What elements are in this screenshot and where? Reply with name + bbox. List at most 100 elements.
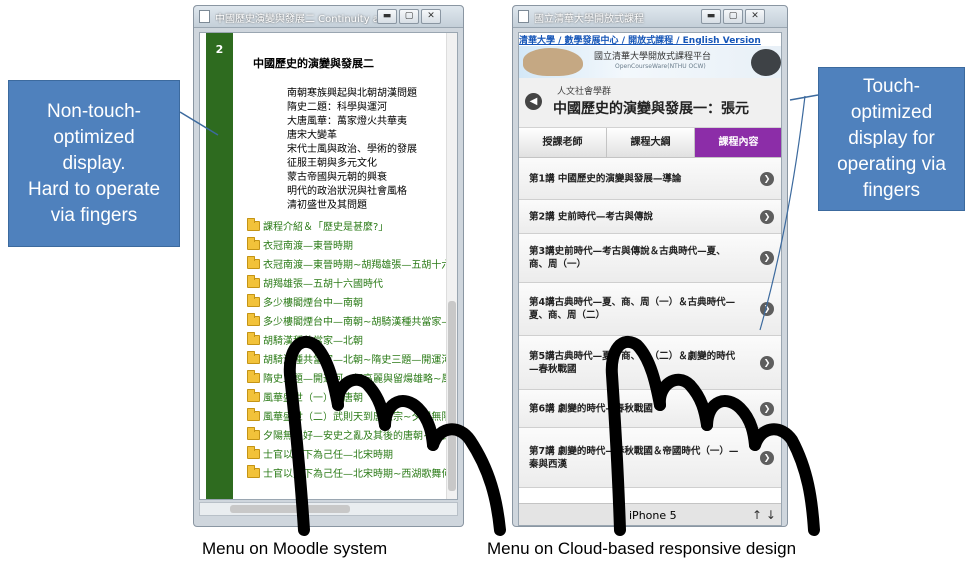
- folder-icon: [247, 274, 260, 288]
- resource-link[interactable]: 胡羯雄張—五胡十六國時代: [247, 274, 383, 290]
- resource-link[interactable]: 多少樓閣煙台中—南朝~胡騎漢種共當家—北: [247, 312, 457, 328]
- close-button[interactable]: ✕: [421, 9, 441, 24]
- lesson-title: 第5講古典時代—夏、商、周（二）＆劇變的時代—春秋戰國: [529, 350, 736, 375]
- minimize-button[interactable]: ▬: [377, 9, 397, 24]
- resource-link-label: 士官以天下為己任—北宋時期: [263, 450, 393, 461]
- banner-text: 國立清華大學開放式課程平台: [594, 52, 712, 62]
- resource-link-label: 隋史三題—開運河、征高麗與留煬雄略~風華: [263, 374, 458, 385]
- minimize-button[interactable]: ▬: [701, 9, 721, 24]
- tab-content[interactable]: 課程內容: [695, 128, 781, 157]
- folder-icon: [247, 426, 260, 440]
- folder-icon: [247, 312, 260, 326]
- resource-link[interactable]: 多少樓閣煙台中—南朝: [247, 293, 363, 309]
- subtopic-item: 宋代士風與政治、學術的發展: [287, 144, 417, 155]
- resource-link[interactable]: 胡騎漢種共當家—北朝~隋史三題—開運河、: [247, 350, 458, 366]
- resource-link-label: 士官以天下為己任—北宋時期~西湖歌舞何時: [263, 469, 458, 480]
- moodle-window-title: 中國歷史演變與發展二 Continuity an...: [215, 14, 385, 25]
- resource-link[interactable]: 課程介紹＆「歷史是甚麼?」: [247, 217, 389, 233]
- chevron-right-icon: ❯: [760, 251, 774, 265]
- cloud-titlebar[interactable]: 國立清華大學開放式課程 ▬ ▢ ✕: [513, 6, 787, 28]
- folder-icon: [247, 407, 260, 421]
- lesson-item[interactable]: 第2講 史前時代—考古與傳說 ❯: [519, 200, 781, 234]
- lesson-title: 第3講史前時代—考古與傳說＆古典時代—夏、商、周（一）: [529, 246, 726, 270]
- resource-link[interactable]: 士官以天下為己任—北宋時期: [247, 445, 393, 461]
- vertical-scrollbar-thumb[interactable]: [448, 301, 456, 491]
- animal-image: [751, 49, 781, 76]
- document-icon: [199, 10, 210, 23]
- resource-link-label: 胡騎漢種共當家—北朝: [263, 336, 363, 347]
- topic-number: 2: [215, 43, 224, 56]
- callout-line: display.: [62, 152, 126, 174]
- folder-icon: [247, 464, 260, 478]
- horse-image: [523, 48, 583, 76]
- resource-link[interactable]: 風華盛世（一）—唐朝: [247, 388, 363, 404]
- resource-link[interactable]: 隋史三題—開運河、征高麗與留煬雄略~風華: [247, 369, 458, 385]
- callout-pointer-right: [789, 94, 819, 101]
- lesson-item[interactable]: 第7講 劇變的時代—春秋戰國＆帝國時代（一）—秦與西漢 ❯: [519, 428, 781, 488]
- subtopic-item: 征服王朝與多元文化: [287, 158, 377, 169]
- maximize-button[interactable]: ▢: [399, 9, 419, 24]
- site-banner: 國立清華大學開放式課程平台 OpenCourseWare(NTHU OCW): [519, 46, 781, 78]
- device-bar: iPhone 5 ↑ ↓: [519, 503, 781, 525]
- lesson-item[interactable]: 第1講 中國歷史的演變與發展—導論 ❯: [519, 158, 781, 200]
- resource-link[interactable]: 風華盛世（二）武則天到唐玄宗~夕陽無限: [247, 407, 452, 423]
- tab-teacher[interactable]: 授課老師: [519, 128, 607, 157]
- lesson-item[interactable]: 第3講史前時代—考古與傳說＆古典時代—夏、商、周（一） ❯: [519, 234, 781, 283]
- folder-icon: [247, 388, 260, 402]
- folder-icon: [247, 369, 260, 383]
- subtopic-item: 唐宋大變革: [287, 130, 337, 141]
- resource-link-label: 胡騎漢種共當家—北朝~隋史三題—開運河、: [263, 355, 458, 366]
- folder-icon: [247, 331, 260, 345]
- folder-icon: [247, 255, 260, 269]
- subtopic-item: 大唐風華：萬家燈火共華夷: [287, 116, 407, 127]
- lesson-item[interactable]: 第4講古典時代—夏、商、周（一）＆古典時代—夏、商、周（二） ❯: [519, 283, 781, 336]
- callout-line: optimized: [850, 102, 933, 123]
- folder-icon: [247, 236, 260, 250]
- lesson-item[interactable]: 第5講古典時代—夏、商、周（二）＆劇變的時代—春秋戰國 ❯: [519, 336, 781, 390]
- close-button[interactable]: ✕: [745, 9, 765, 24]
- lesson-title: 第7講 劇變的時代—春秋戰國＆帝國時代（一）—秦與西漢: [529, 445, 739, 470]
- course-tabs: 授課老師 課程大綱 課程內容: [519, 128, 781, 158]
- folder-icon: [247, 217, 260, 231]
- course-title: 中國歷史的演變與發展一：張元: [553, 101, 749, 117]
- callout-touch: Touch- optimized display for operating v…: [818, 67, 965, 211]
- folder-icon: [247, 293, 260, 307]
- chevron-right-icon: ❯: [760, 401, 774, 416]
- callout-line: Touch-: [862, 76, 920, 97]
- resource-link-label: 風華盛世（二）武則天到唐玄宗~夕陽無限: [263, 412, 452, 423]
- resource-link-label: 衣冠南渡—東晉時期~胡羯雄張—五胡十六國: [263, 260, 458, 271]
- resource-link[interactable]: 胡騎漢種共當家—北朝: [247, 331, 363, 347]
- subtopic-item: 南朝寒族興起與北朝胡漢問題: [287, 88, 417, 99]
- horizontal-scrollbar-thumb[interactable]: [230, 505, 350, 513]
- maximize-button[interactable]: ▢: [723, 9, 743, 24]
- moodle-titlebar[interactable]: 中國歷史演變與發展二 Continuity an... ▬ ▢ ✕: [194, 6, 463, 28]
- cloud-course-page: 清華大學 / 數學發展中心 / 開放式課程 / English Version …: [518, 32, 782, 526]
- chevron-right-icon: ❯: [760, 355, 774, 370]
- chevron-right-icon: ❯: [760, 302, 774, 316]
- chevron-right-icon: ❯: [760, 171, 774, 186]
- course-category: 人文社會學群: [557, 87, 612, 97]
- back-icon[interactable]: ◀: [525, 93, 542, 110]
- site-nav-links[interactable]: 清華大學 / 數學發展中心 / 開放式課程 / English Version: [519, 33, 781, 46]
- course-header: ◀ 人文社會學群 中國歷史的演變與發展一：張元: [519, 78, 781, 128]
- subtopic-item: 蒙古帝國與元朝的興衰: [287, 172, 387, 183]
- resource-link[interactable]: 衣冠南渡—東晉時期~胡羯雄張—五胡十六國: [247, 255, 458, 271]
- chevron-right-icon: ❯: [760, 450, 774, 465]
- horizontal-scrollbar[interactable]: [199, 502, 458, 516]
- tab-syllabus[interactable]: 課程大綱: [607, 128, 695, 157]
- folder-icon: [247, 445, 260, 459]
- caption-cloud: Menu on Cloud-based responsive design: [487, 539, 797, 558]
- resource-link-label: 胡羯雄張—五胡十六國時代: [263, 279, 383, 290]
- lesson-item[interactable]: 第6講 劇變的時代—春秋戰國 ❯: [519, 390, 781, 428]
- resource-link[interactable]: 夕陽無限好—安史之亂及其後的唐朝~士官以: [247, 426, 457, 442]
- callout-line: fingers: [862, 180, 920, 201]
- resource-link[interactable]: 衣冠南渡—東晉時期: [247, 236, 353, 252]
- resource-link-label: 課程介紹＆「歷史是甚麼?」: [263, 222, 389, 233]
- lesson-title: 第4講古典時代—夏、商、周（一）＆古典時代—夏、商、周（二）: [529, 297, 736, 321]
- topic-strip: 2: [206, 33, 233, 499]
- moodle-course-page: 2 中國歷史的演變與發展二 南朝寒族興起與北朝胡漢問題 隋史二題：科學與運河 大唐風…: [199, 32, 458, 500]
- orientation-arrows-icon[interactable]: ↑ ↓: [752, 508, 776, 522]
- device-label: iPhone 5: [629, 509, 677, 522]
- resource-link[interactable]: 士官以天下為己任—北宋時期~西湖歌舞何時: [247, 464, 458, 480]
- callout-line: optimized: [53, 126, 135, 148]
